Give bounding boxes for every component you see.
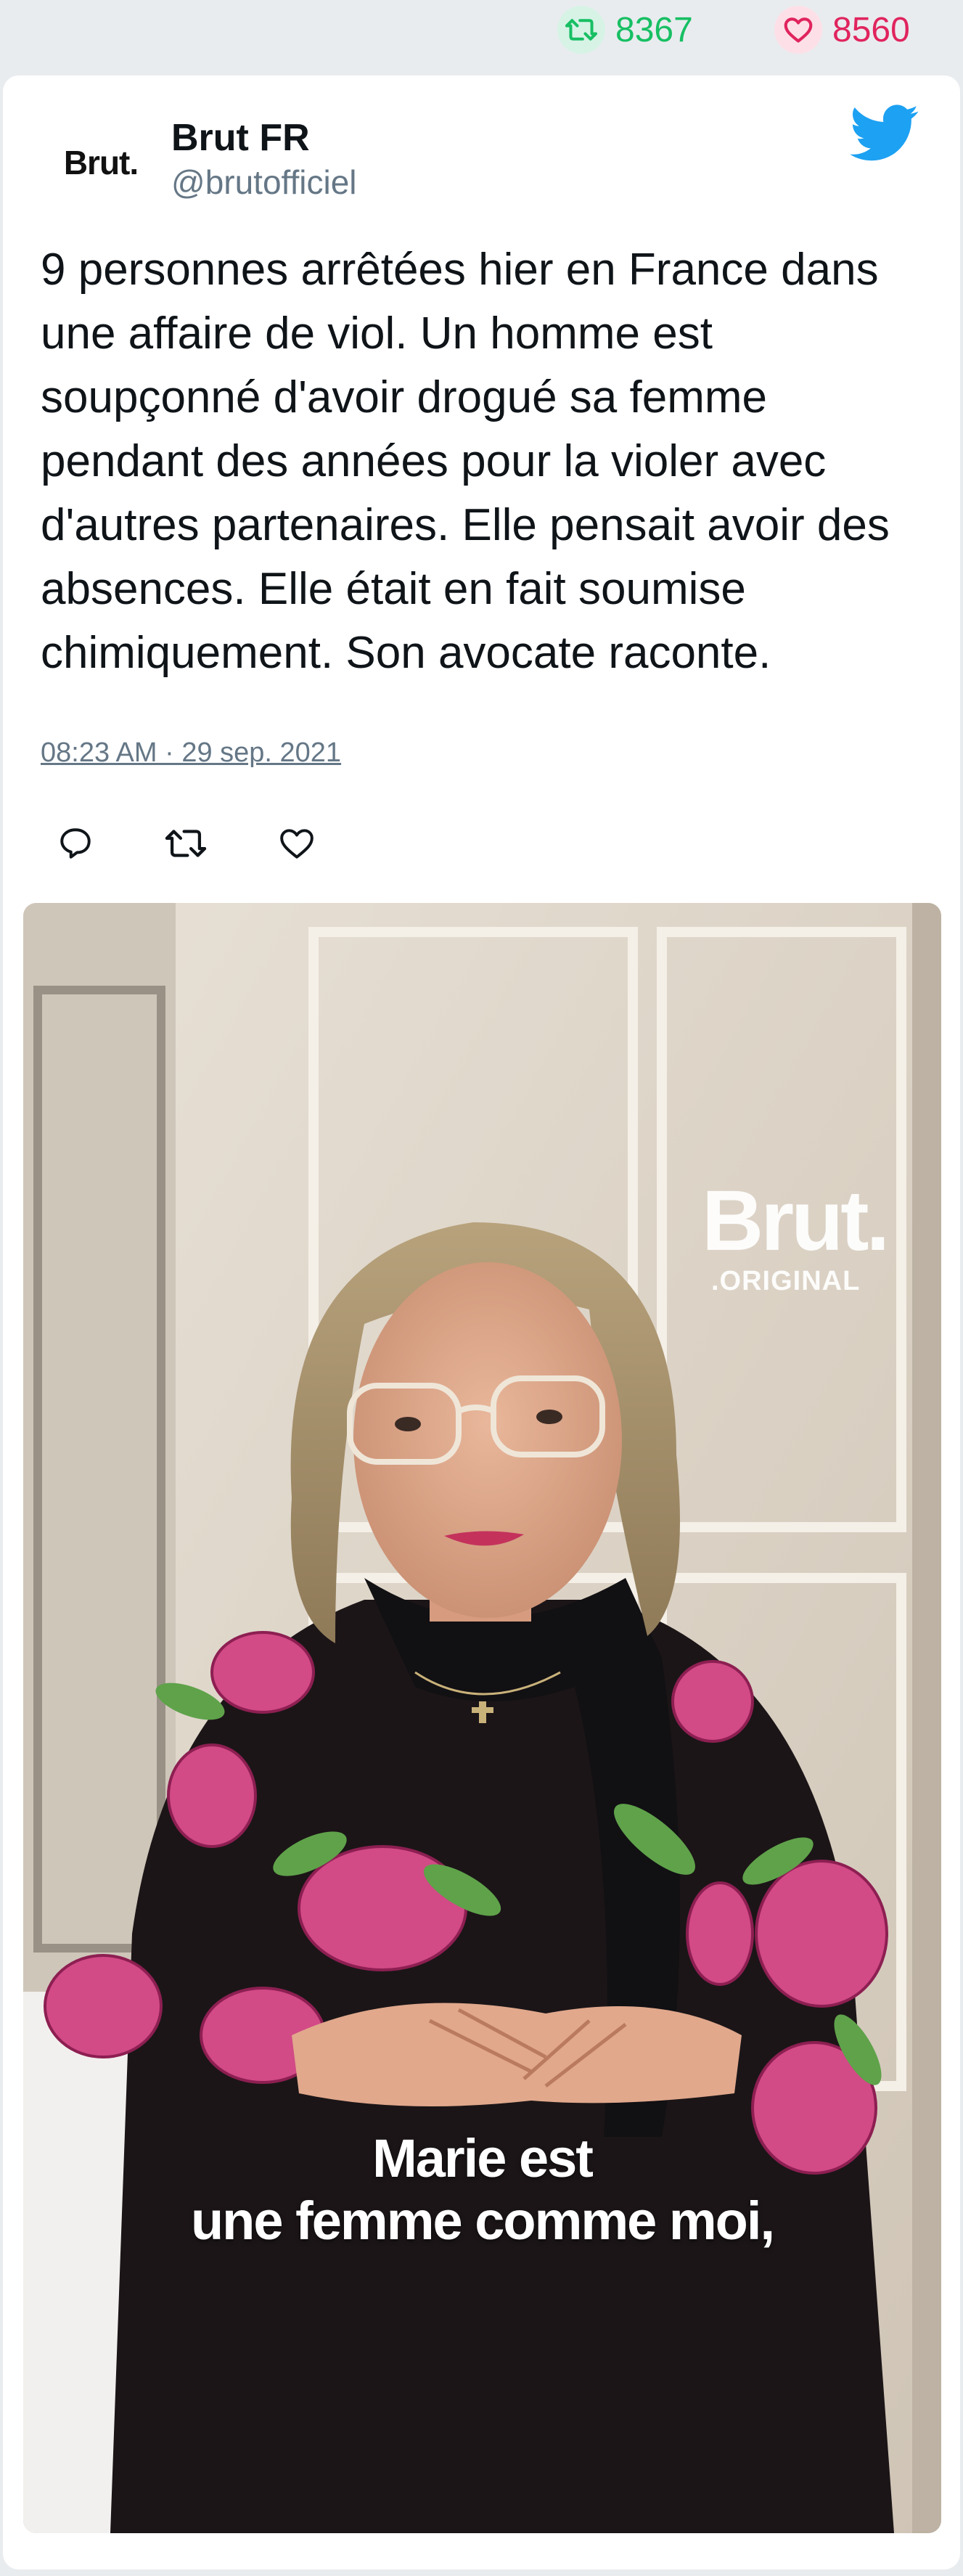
video-frame-illustration [23, 903, 941, 2533]
twitter-bird-icon[interactable] [850, 105, 919, 163]
like-count-value: 8560 [832, 10, 910, 49]
author-name[interactable]: Brut FR [171, 116, 310, 160]
tweet-media-video[interactable]: Brut. .ORIGINAL Marie est une femme comm… [23, 903, 941, 2533]
heart-icon [774, 6, 822, 54]
tweet-timestamp-link[interactable]: 08:23 AM · 29 sep. 2021 [41, 737, 341, 769]
brut-watermark: Brut. [702, 1173, 890, 1269]
author-handle[interactable]: @brutofficiel [171, 163, 357, 202]
retweet-count[interactable]: 8367 [557, 4, 693, 55]
avatar[interactable]: Brut. [39, 126, 163, 199]
brut-original-watermark: .ORIGINAL [711, 1266, 861, 1296]
reply-icon[interactable] [46, 814, 105, 872]
like-icon[interactable] [268, 814, 326, 872]
retweet-count-value: 8367 [615, 10, 693, 49]
retweet-icon [557, 6, 605, 54]
like-count[interactable]: 8560 [774, 4, 910, 55]
engagement-stats: 8367 8560 [0, 0, 963, 69]
tweet-text: 9 personnes arrêtées hier en France dans… [41, 245, 890, 678]
video-caption-line-2: une femme comme moi, [190, 2191, 775, 2251]
retweet-icon[interactable] [157, 814, 215, 872]
tweet-card: Brut. Brut FR @brutofficiel 9 personnes … [3, 75, 960, 2569]
video-caption-line-1: Marie est [372, 2128, 594, 2188]
